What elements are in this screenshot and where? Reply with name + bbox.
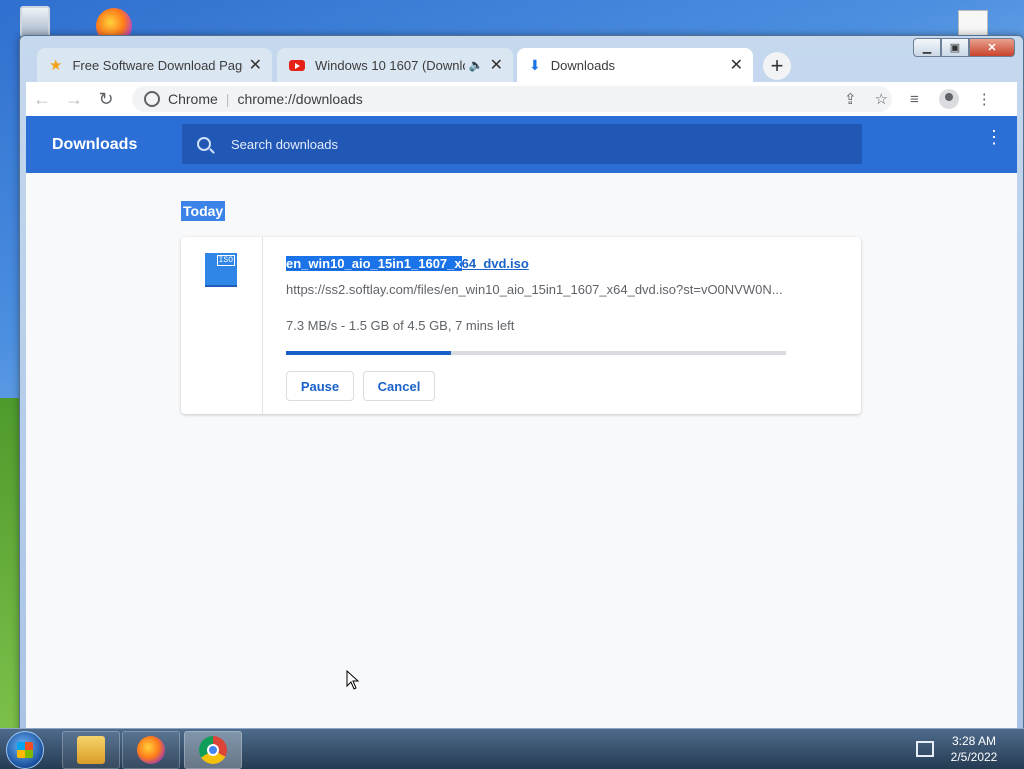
- clock-date: 2/5/2022: [950, 750, 998, 764]
- downloads-header: Downloads ⋮: [26, 116, 1017, 173]
- new-tab-button[interactable]: +: [763, 52, 791, 80]
- progress-fill: [286, 351, 451, 355]
- tab-free-software[interactable]: ★ Free Software Download Page - S ✕: [37, 48, 272, 82]
- search-icon: [197, 137, 211, 151]
- download-status: 7.3 MB/s - 1.5 GB of 4.5 GB, 7 mins left: [286, 318, 515, 333]
- file-icon-column: ISO: [181, 237, 263, 414]
- url-text[interactable]: chrome://downloads: [237, 91, 362, 107]
- download-progress-bar: [286, 351, 786, 355]
- site-label: Chrome: [168, 91, 218, 107]
- file-name-selected: en_win10_aio_15in1_1607_x: [286, 256, 462, 271]
- tab-title: Windows 10 1607 (Downloa: [315, 57, 465, 73]
- close-tab-icon[interactable]: ✕: [730, 55, 743, 75]
- firefox-icon: [137, 736, 165, 764]
- youtube-icon: [289, 59, 305, 71]
- taskbar-firefox-button[interactable]: [122, 731, 180, 769]
- separator: |: [225, 91, 230, 107]
- tab-youtube[interactable]: Windows 10 1607 (Downloa 🔈 ✕: [277, 48, 513, 82]
- download-item-card: ISO en_win10_aio_15in1_1607_x64_dvd.iso …: [181, 237, 861, 414]
- reload-icon[interactable]: ↻: [90, 89, 122, 110]
- source-url[interactable]: https://ss2.softlay.com/files/en_win10_a…: [286, 282, 786, 297]
- bookmark-star-icon[interactable]: ☆: [875, 90, 888, 108]
- menu-kebab-icon[interactable]: ⋮: [977, 90, 992, 108]
- close-tab-icon[interactable]: ✕: [249, 55, 262, 75]
- forward-arrow-icon[interactable]: →: [58, 89, 90, 110]
- cancel-button[interactable]: Cancel: [363, 371, 435, 401]
- taskbar: 3:28 AM 2/5/2022: [0, 728, 1024, 769]
- network-icon[interactable]: [916, 741, 934, 757]
- search-input[interactable]: [229, 135, 833, 153]
- file-name-rest: 64_dvd.iso: [461, 256, 529, 271]
- page-title: Downloads: [52, 135, 138, 153]
- clock-time: 3:28 AM: [951, 734, 997, 748]
- download-icon: ⬇: [529, 56, 541, 73]
- address-bar[interactable]: Chrome | chrome://downloads ⇪ ☆: [132, 86, 892, 112]
- search-box[interactable]: [182, 124, 862, 164]
- profile-avatar-icon[interactable]: [938, 89, 959, 109]
- media-controls-icon[interactable]: ≡: [910, 91, 919, 108]
- chrome-icon: [144, 91, 160, 107]
- file-name-link[interactable]: en_win10_aio_15in1_1607_x64_dvd.iso: [286, 256, 529, 271]
- taskbar-explorer-button[interactable]: [62, 731, 120, 769]
- chrome-window: ▁ ▣ ✕ ★ Free Software Download Page - S …: [19, 35, 1024, 735]
- date-header: Today: [181, 201, 226, 221]
- star-icon: ★: [49, 57, 63, 74]
- tab-downloads[interactable]: ⬇ Downloads ✕: [517, 48, 753, 82]
- close-tab-icon[interactable]: ✕: [490, 55, 503, 75]
- speaker-icon[interactable]: 🔈: [469, 58, 484, 72]
- back-arrow-icon[interactable]: ←: [26, 89, 58, 110]
- share-icon[interactable]: ⇪: [844, 90, 857, 108]
- start-button[interactable]: [6, 731, 44, 769]
- pause-button[interactable]: Pause: [286, 371, 354, 401]
- more-actions-icon[interactable]: ⋮: [985, 128, 1003, 146]
- tab-strip: ★ Free Software Download Page - S ✕ Wind…: [25, 48, 1015, 82]
- tab-title: Downloads: [550, 57, 616, 73]
- taskbar-chrome-button[interactable]: [184, 731, 242, 769]
- tab-title: Free Software Download Page - S: [72, 57, 243, 73]
- file-type-badge: ISO: [216, 255, 235, 266]
- folder-icon: [77, 736, 105, 764]
- browser-toolbar: ← → ↻ Chrome | chrome://downloads ⇪ ☆ ≡ …: [26, 82, 1017, 116]
- chrome-icon: [199, 736, 227, 764]
- iso-file-icon: ISO: [205, 253, 237, 287]
- system-clock[interactable]: 3:28 AM 2/5/2022: [944, 733, 1004, 765]
- downloads-page: Downloads ⋮ Today ISO en_win10_aio_15in1…: [26, 116, 1017, 734]
